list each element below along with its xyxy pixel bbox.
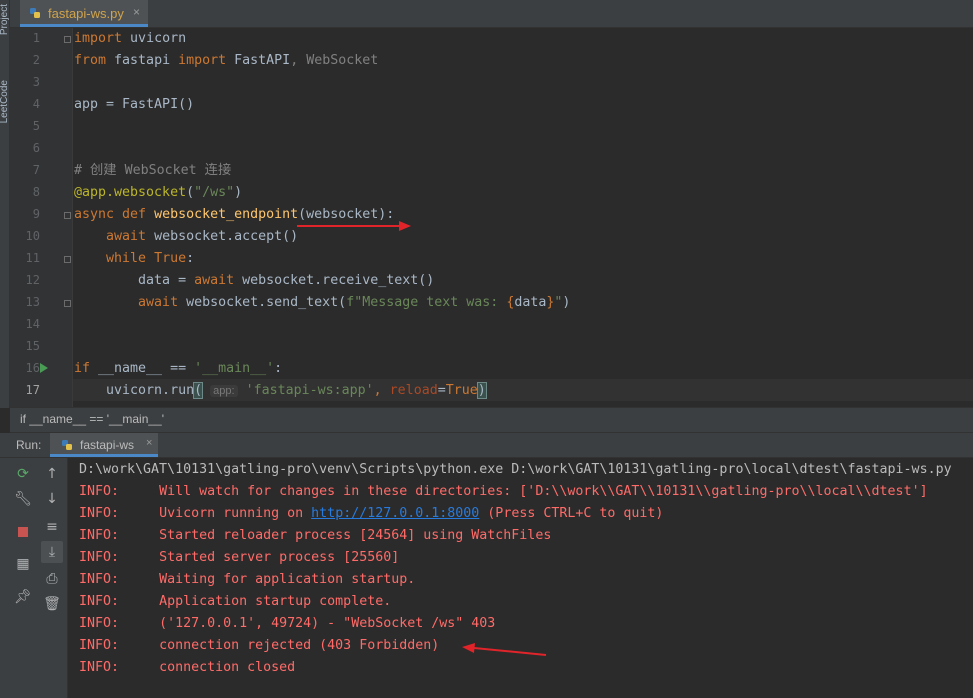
code-editor[interactable]: 1 2 3 4 5 6 7 8 9 10 11 12 13 14 15 16 1… [10, 28, 973, 407]
console-log-line: INFO: connection rejected (403 Forbidden… [79, 638, 440, 653]
annotation-arrow-editor [297, 221, 411, 231]
console-log-line: INFO: Uvicorn running on http://127.0.0.… [79, 506, 664, 521]
code-line-16: if __name__ == '__main__': [74, 361, 283, 376]
run-tool-window-header: Run: fastapi-ws × [0, 433, 973, 458]
console-log-line: INFO: Waiting for application startup. [79, 572, 416, 587]
layout-icon[interactable]: ▦ [14, 555, 32, 573]
line-number-current: 17 [25, 383, 40, 397]
line-number-gutter: 1 2 3 4 5 6 7 8 9 10 11 12 13 14 15 16 1… [10, 28, 73, 407]
code-line-11: while True: [74, 251, 195, 266]
line-number: 2 [32, 53, 40, 67]
run-tab-fastapi-ws[interactable]: fastapi-ws × [50, 433, 158, 457]
print-icon[interactable]: ⎙ [43, 570, 61, 588]
run-gutter-icon[interactable] [40, 363, 48, 373]
tab-title: fastapi-ws.py [48, 6, 124, 21]
leetcode-tool-button[interactable]: LeetCode [0, 80, 10, 123]
run-console-output[interactable]: D:\work\GAT\10131\gatling-pro\venv\Scrip… [68, 458, 973, 698]
breadcrumb-item[interactable]: if __name__ == '__main__' [20, 412, 164, 426]
pin-icon[interactable]: 📌︎ [14, 588, 32, 606]
run-label: Run: [16, 438, 42, 452]
line-number: 8 [32, 185, 40, 199]
soft-wrap-icon[interactable]: ≡ [43, 518, 61, 536]
line-number: 4 [32, 97, 40, 111]
editor-tab-fastapi-ws[interactable]: fastapi-ws.py × [20, 0, 148, 27]
code-line-8: @app.websocket("/ws") [74, 185, 243, 200]
code-line-12: data = await websocket.receive_text() [74, 273, 435, 288]
line-number: 14 [25, 317, 40, 331]
code-line-1: import uvicorn [74, 31, 187, 46]
line-number: 1 [32, 31, 40, 45]
stop-icon[interactable] [14, 523, 32, 541]
line-number: 13 [25, 295, 40, 309]
line-number: 6 [32, 141, 40, 155]
line-number: 7 [32, 163, 40, 177]
code-line-13: await websocket.send_text(f"Message text… [74, 295, 571, 310]
project-tool-button[interactable]: Project [0, 4, 10, 35]
console-log-line: INFO: Started server process [25560] [79, 550, 400, 565]
python-run-icon [62, 440, 72, 450]
python-file-icon [30, 8, 40, 18]
wrench-icon[interactable]: 🔧︎ [14, 490, 32, 508]
console-command-line: D:\work\GAT\10131\gatling-pro\venv\Scrip… [79, 462, 952, 477]
console-log-line: INFO: Started reloader process [24564] u… [79, 528, 552, 543]
console-log-line: INFO: Application startup complete. [79, 594, 392, 609]
line-number: 12 [25, 273, 40, 287]
run-toolbar-primary: ⟳ 🔧︎ ▦ 📌︎ [0, 458, 39, 698]
line-number: 10 [25, 229, 40, 243]
fold-marker-icon[interactable] [64, 256, 71, 263]
line-number: 5 [32, 119, 40, 133]
breadcrumb[interactable]: if __name__ == '__main__' [10, 407, 973, 433]
fold-marker-icon[interactable] [64, 300, 71, 307]
rerun-icon[interactable]: ⟳ [14, 465, 32, 483]
code-line-17: uvicorn.run( app: 'fastapi-ws:app', relo… [74, 382, 487, 399]
arrow-down-icon[interactable]: ↓ [43, 490, 61, 508]
code-line-4: app = FastAPI() [74, 97, 195, 112]
fold-marker-icon[interactable] [64, 212, 71, 219]
line-number: 9 [32, 207, 40, 221]
line-number: 11 [25, 251, 40, 265]
code-line-7: # 创建 WebSocket 连接 [74, 163, 232, 178]
line-number: 16 [25, 361, 40, 375]
server-url-link[interactable]: http://127.0.0.1:8000 [311, 506, 479, 521]
arrow-up-icon[interactable]: ↑ [43, 465, 61, 483]
console-log-line: INFO: ('127.0.0.1', 49724) - "WebSocket … [79, 616, 496, 631]
console-log-line: INFO: Will watch for changes in these di… [79, 484, 928, 499]
run-tab-title: fastapi-ws [80, 438, 135, 452]
parameter-hint: app: [210, 385, 238, 397]
console-log-line: INFO: connection closed [79, 660, 296, 675]
line-number: 3 [32, 75, 40, 89]
run-toolbar-secondary: ↑ ↓ ≡ ⤓ ⎙ 🗑︎ [38, 458, 68, 698]
code-line-10: await websocket.accept() [74, 229, 299, 244]
line-number: 15 [25, 339, 40, 353]
run-tab-close-icon[interactable]: × [146, 437, 152, 449]
fold-marker-icon[interactable] [64, 36, 71, 43]
tab-close-icon[interactable]: × [133, 5, 140, 19]
left-tool-strip: Project LeetCode [0, 0, 10, 408]
trash-icon[interactable]: 🗑︎ [43, 595, 61, 613]
code-line-2: from fastapi import FastAPI, WebSocket [74, 53, 379, 68]
annotation-arrow-console [462, 643, 547, 656]
editor-tab-bar: fastapi-ws.py × [10, 0, 973, 28]
scroll-to-end-icon[interactable]: ⤓ [41, 541, 63, 563]
